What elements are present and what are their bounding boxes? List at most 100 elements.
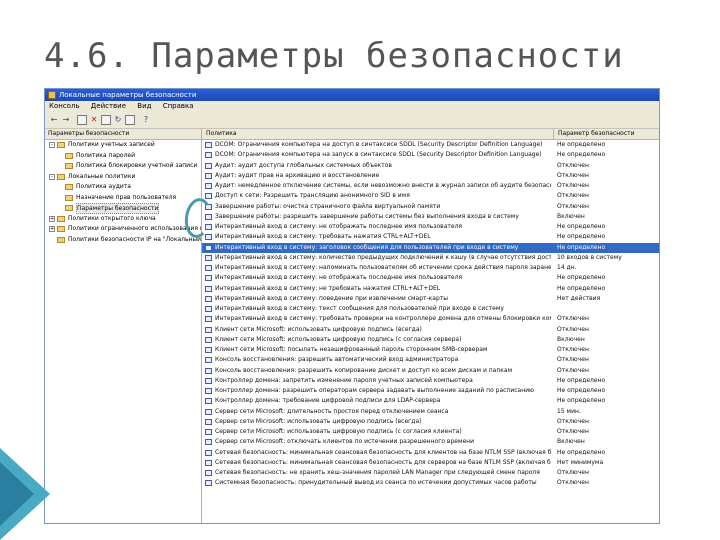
tree-item-label: Политика блокировки учетной записи	[76, 162, 198, 169]
policy-icon	[205, 265, 212, 271]
policy-icon	[205, 193, 212, 200]
column-policy[interactable]: Политика	[206, 129, 237, 139]
policy-value: Включен	[557, 212, 585, 220]
policy-row[interactable]: Доступ к сети: Разрешить трансляцию анон…	[202, 191, 659, 201]
policy-value: Не определено	[557, 376, 606, 384]
tree-item-user-rights[interactable]: Назначение прав пользователя	[45, 193, 201, 204]
window-titlebar: Локальные параметры безопасности	[45, 89, 659, 101]
policy-row[interactable]: Клиент сети Microsoft: посылать незашифр…	[202, 345, 659, 355]
tree-root[interactable]: Параметры безопасности	[45, 129, 201, 140]
policy-row[interactable]: Аудит: немедленное отключение системы, е…	[202, 181, 659, 191]
policy-value: Отключен	[557, 417, 589, 425]
policy-name: Сервер сети Microsoft: использовать цифр…	[215, 417, 422, 425]
policy-name: Интерактивный вход в систему: не требова…	[215, 284, 441, 292]
tree-item-ip-security[interactable]: Политики безопасности IP на "Локальный	[45, 235, 201, 246]
tree-item-label: Локальные политики	[68, 172, 136, 180]
policy-icon	[205, 347, 212, 353]
tree-item-software-restriction[interactable]: + Политики ограниченного использования п…	[45, 224, 201, 235]
policy-row[interactable]: Контроллер домена: запретить изменение п…	[202, 376, 659, 386]
back-arrow-icon[interactable]: ←	[49, 115, 59, 125]
collapse-icon[interactable]: -	[49, 142, 55, 148]
policy-row[interactable]: Консоль восстановления: разрешить автома…	[202, 355, 659, 365]
policy-row[interactable]: Сервер сети Microsoft: отключать клиенто…	[202, 437, 659, 447]
policy-row[interactable]: Сетевая безопасность: не хранить хеш-зна…	[202, 468, 659, 478]
policy-row[interactable]: Контроллер домена: разрешить операторам …	[202, 386, 659, 396]
policy-value: Не определено	[557, 233, 606, 241]
policy-row[interactable]: Системная безопасность: принудительный в…	[202, 478, 659, 488]
policy-row[interactable]: Интерактивный вход в систему: требовать …	[202, 314, 659, 324]
refresh-icon[interactable]: ↻	[113, 115, 123, 125]
policy-value: Отключен	[557, 182, 589, 189]
policy-name: Сервер сети Microsoft: длительность прос…	[215, 407, 449, 415]
policy-row[interactable]: Интерактивный вход в систему: текст сооб…	[202, 304, 659, 314]
tree-item-label: Политики безопасности IP на "Локальный	[68, 235, 202, 243]
policy-row[interactable]: Завершение работы: разрешить завершение …	[202, 212, 659, 222]
expand-icon[interactable]: +	[49, 226, 55, 232]
folder-icon	[65, 194, 73, 201]
policy-row[interactable]: Интерактивный вход в систему: количество…	[202, 253, 659, 263]
policy-row[interactable]: Сервер сети Microsoft: использовать цифр…	[202, 427, 659, 437]
policy-name: Интерактивный вход в систему: количество…	[215, 253, 551, 261]
tree-item-audit-policy[interactable]: Политика аудита	[45, 182, 201, 193]
policy-icon	[205, 439, 212, 446]
policy-row[interactable]: Аудит: аудит прав на архивацию и восстан…	[202, 171, 659, 181]
policy-row[interactable]: Интерактивный вход в систему: заголовок …	[202, 242, 659, 253]
forward-arrow-icon[interactable]: →	[61, 115, 71, 125]
policy-row[interactable]: DCOM: Ограничения компьютера на доступ в…	[202, 140, 659, 150]
properties-icon[interactable]	[101, 115, 111, 125]
shield-icon	[57, 236, 65, 243]
policy-row[interactable]: Завершение работы: очистка страничного ф…	[202, 202, 659, 212]
policy-row[interactable]: Интерактивный вход в систему: не отображ…	[202, 273, 659, 283]
policy-icon	[205, 480, 212, 487]
policy-name: Консоль восстановления: разрешить автома…	[215, 356, 459, 364]
menu-console[interactable]: Консоль	[49, 102, 80, 110]
column-security-setting[interactable]: Параметр безопасности	[553, 129, 635, 139]
policy-row[interactable]: Сетевая безопасность: минимальная сеансо…	[202, 458, 659, 468]
collapse-icon[interactable]: -	[49, 173, 55, 180]
expand-icon[interactable]: +	[49, 215, 55, 222]
help-icon[interactable]: ?	[141, 115, 151, 125]
policy-icon	[205, 357, 212, 364]
policy-row[interactable]: Интерактивный вход в систему: не отображ…	[202, 222, 659, 232]
policy-row[interactable]: Интерактивный вход в систему: напоминать…	[202, 263, 659, 273]
policy-row[interactable]: DCOM: Ограничения компьютера на запуск в…	[202, 150, 659, 160]
delete-icon[interactable]: ✕	[89, 115, 99, 125]
policy-row[interactable]: Интерактивный вход в систему: поведение …	[202, 294, 659, 304]
app-icon	[48, 91, 56, 99]
menu-view[interactable]: Вид	[137, 102, 151, 110]
tree-item-password-policy[interactable]: Политика паролей	[45, 151, 201, 162]
policy-icon	[205, 449, 212, 456]
policy-icon	[205, 306, 212, 312]
policy-row[interactable]: Контроллер домена: требование цифровой п…	[202, 396, 659, 406]
tree-item-public-key[interactable]: + Политики открытого ключа	[45, 214, 201, 225]
tree-root-label: Параметры безопасности	[48, 130, 130, 137]
tree-item-account-policies[interactable]: - Политики учетных записей	[45, 140, 201, 151]
policy-icon	[205, 388, 212, 394]
policy-row[interactable]: Аудит: аудит доступа глобальных системны…	[202, 161, 659, 171]
tree-item-local-policies[interactable]: - Локальные политики	[45, 172, 201, 183]
policy-row[interactable]: Клиент сети Microsoft: использовать цифр…	[202, 335, 659, 345]
policy-row[interactable]: Интерактивный вход в систему: требовать …	[202, 232, 659, 242]
policy-row[interactable]: Сетевая безопасность: минимальная сеансо…	[202, 448, 659, 458]
export-icon[interactable]	[125, 115, 135, 125]
policy-name: Интерактивный вход в систему: поведение …	[215, 294, 449, 302]
menu-help[interactable]: Справка	[163, 102, 194, 110]
decorative-triangle	[0, 462, 34, 526]
policy-icon	[205, 244, 212, 251]
policy-row[interactable]: Сервер сети Microsoft: длительность прос…	[202, 407, 659, 417]
policy-icon	[205, 336, 212, 343]
policy-icon	[205, 459, 212, 466]
tree-pane: Параметры безопасности - Политики учетны…	[45, 129, 202, 523]
tree-item-security-options[interactable]: Параметры безопасности	[45, 203, 201, 214]
folder-icon	[65, 163, 73, 169]
menu-action[interactable]: Действие	[91, 102, 126, 110]
up-folder-icon[interactable]	[77, 115, 87, 125]
policy-value: Не определено	[557, 243, 606, 251]
policy-row[interactable]: Клиент сети Microsoft: использовать цифр…	[202, 325, 659, 335]
policy-value: Отключен	[557, 366, 589, 374]
policy-value: Не определено	[557, 274, 606, 282]
tree-item-lockout-policy[interactable]: Политика блокировки учетной записи	[45, 161, 201, 172]
policy-row[interactable]: Консоль восстановления: разрешить копиро…	[202, 366, 659, 376]
policy-row[interactable]: Сервер сети Microsoft: использовать цифр…	[202, 417, 659, 427]
policy-row[interactable]: Интерактивный вход в систему: не требова…	[202, 284, 659, 294]
